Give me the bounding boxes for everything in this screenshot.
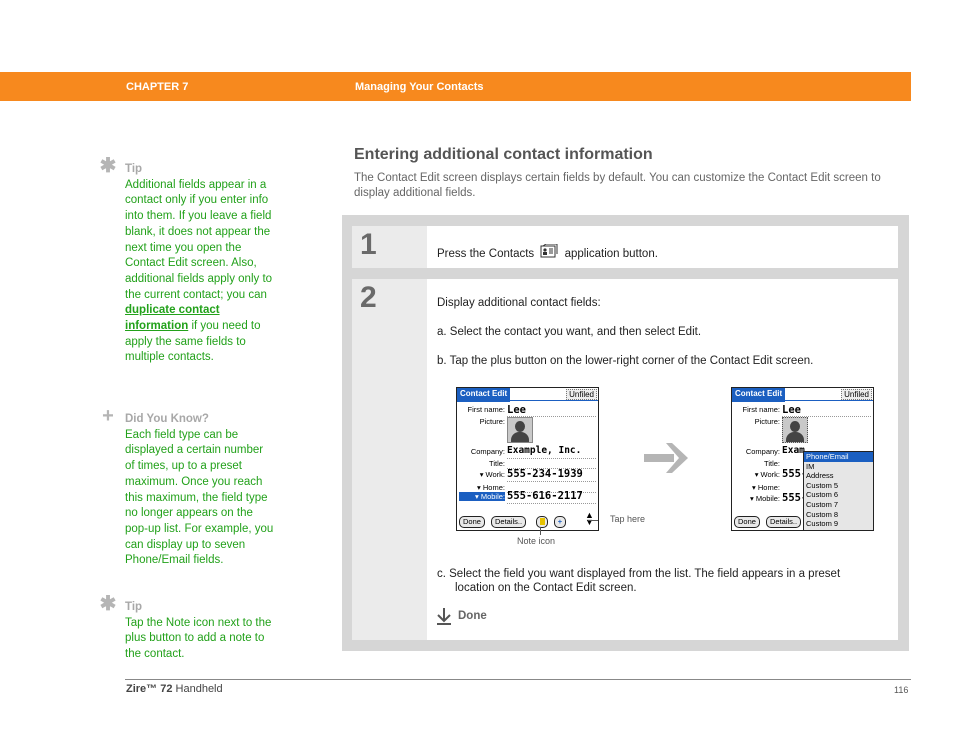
company-value: Example, Inc. (507, 445, 582, 456)
tip-box: ✱ Tip Tap the Note icon next to the plus… (99, 593, 274, 663)
asterisk-icon: ✱ (99, 155, 117, 177)
company-label: Company: (745, 447, 780, 456)
field-type-popup-list: Phone/Email IM Address Custom 5 Custom 6… (803, 451, 873, 530)
step-number-box: 1 (352, 226, 427, 268)
done-button[interactable]: Done (459, 516, 485, 528)
title-label: Title: (489, 459, 505, 468)
step-number: 1 (360, 228, 377, 261)
tap-here-caption: Tap here (610, 514, 646, 524)
right-arrow-icon (644, 443, 688, 473)
footer-divider (125, 679, 911, 680)
contact-picture (782, 417, 808, 443)
did-you-know-text: Each field type can be displayed a certa… (125, 428, 274, 567)
callout-line (588, 520, 598, 521)
footer-product: Zire™ 72 Handheld (126, 683, 223, 695)
note-icon[interactable] (536, 516, 548, 528)
mobile-label: ▾ Mobile: (459, 492, 505, 501)
plus-button[interactable]: + (554, 516, 566, 528)
intro-paragraph: The Contact Edit screen displays certain… (354, 172, 881, 199)
home-label: ▾ Home: (477, 483, 505, 492)
plus-icon: + (102, 405, 114, 427)
first-name-label: First name: (742, 405, 780, 414)
popup-item[interactable]: Custom 8 (804, 510, 873, 520)
done-arrow-icon (437, 608, 451, 625)
popup-item[interactable]: Custom 9 (804, 519, 873, 529)
category-unfiled: Unfiled (841, 389, 872, 400)
callout-line (540, 527, 541, 535)
popup-item[interactable]: Custom 5 (804, 481, 873, 491)
step-text: Press the Contacts (437, 248, 535, 260)
company-label: Company: (470, 447, 505, 456)
step-2-intro: Display additional contact fields: (437, 297, 601, 309)
note-icon-caption: Note icon (517, 536, 556, 546)
first-name-value: Lee (507, 404, 526, 416)
picture-label: Picture: (479, 417, 505, 426)
category-unfiled: Unfiled (566, 389, 597, 400)
first-name-value: Lee (782, 404, 801, 416)
home-label: ▾ Home: (752, 483, 780, 492)
done-label: Done (458, 610, 487, 622)
tip-box: ✱ Tip Additional fields appear in a cont… (99, 155, 274, 366)
details-button[interactable]: Details.. (766, 516, 802, 528)
work-label: ▾ Work: (479, 470, 505, 479)
work-label: ▾ Work: (754, 470, 780, 479)
popup-item[interactable]: Custom 6 (804, 490, 873, 500)
mobile-label: ▾ Mobile: (749, 494, 780, 503)
contacts-app-icon (540, 243, 558, 258)
popup-item[interactable]: Custom 7 (804, 500, 873, 510)
chapter-label: CHAPTER 7 (126, 81, 189, 93)
tip-text-part: Additional fields appear in a contact on… (125, 178, 273, 301)
company-value: Exam (782, 445, 805, 456)
step-1-text: Press the Contacts application button. (437, 243, 658, 260)
step-number: 2 (360, 281, 377, 314)
step-2c-line2: location on the Contact Edit screen. (455, 582, 637, 594)
step-2: 2 Display additional contact fields: a. … (352, 279, 898, 640)
did-you-know-label: Did You Know? (125, 413, 209, 425)
tip-label: Tip (125, 601, 143, 613)
step-1: 1 Press the Contacts application button. (352, 226, 898, 268)
product-name: Zire™ 72 (126, 683, 173, 695)
asterisk-icon: ✱ (99, 593, 117, 615)
scroll-arrows-icon[interactable]: ▲ ▼ (585, 511, 594, 527)
mobile-value: 555-616-2117 (507, 490, 583, 502)
page-number: 116 (894, 685, 909, 695)
done-button[interactable]: Done (734, 516, 760, 528)
chapter-title: Managing Your Contacts (355, 81, 484, 93)
first-name-label: First name: (467, 405, 505, 414)
tip-text: Additional fields appear in a contact on… (125, 178, 274, 366)
product-suffix: Handheld (172, 683, 223, 695)
tip-label: Tip (125, 163, 143, 175)
title-label: Title: (764, 459, 780, 468)
popup-item[interactable]: Address (804, 471, 873, 481)
section-heading: Entering additional contact information (354, 146, 653, 163)
details-button[interactable]: Details.. (491, 516, 527, 528)
work-value: 555-234-1939 (507, 468, 583, 480)
did-you-know-box: + Did You Know? Each field type can be d… (99, 405, 274, 569)
contact-edit-screenshot: Contact Edit Unfiled First name: Lee Pic… (456, 387, 599, 531)
tip-text: Tap the Note icon next to the plus butto… (125, 616, 272, 661)
contact-edit-popup-screenshot: Contact Edit Unfiled First name: Lee Pic… (731, 387, 874, 531)
step-2b: b. Tap the plus button on the lower-righ… (437, 355, 814, 367)
contact-picture (507, 417, 533, 443)
step-2c-line1: c. Select the field you want displayed f… (437, 568, 841, 580)
step-number-box: 2 (352, 279, 427, 640)
popup-item[interactable]: IM (804, 462, 873, 472)
picture-label: Picture: (754, 417, 780, 426)
step-2a: a. Select the contact you want, and then… (437, 326, 702, 338)
step-text: application button. (564, 248, 658, 260)
popup-item[interactable]: Phone/Email (804, 452, 873, 462)
chapter-header-bar: CHAPTER 7 Managing Your Contacts (0, 72, 911, 101)
